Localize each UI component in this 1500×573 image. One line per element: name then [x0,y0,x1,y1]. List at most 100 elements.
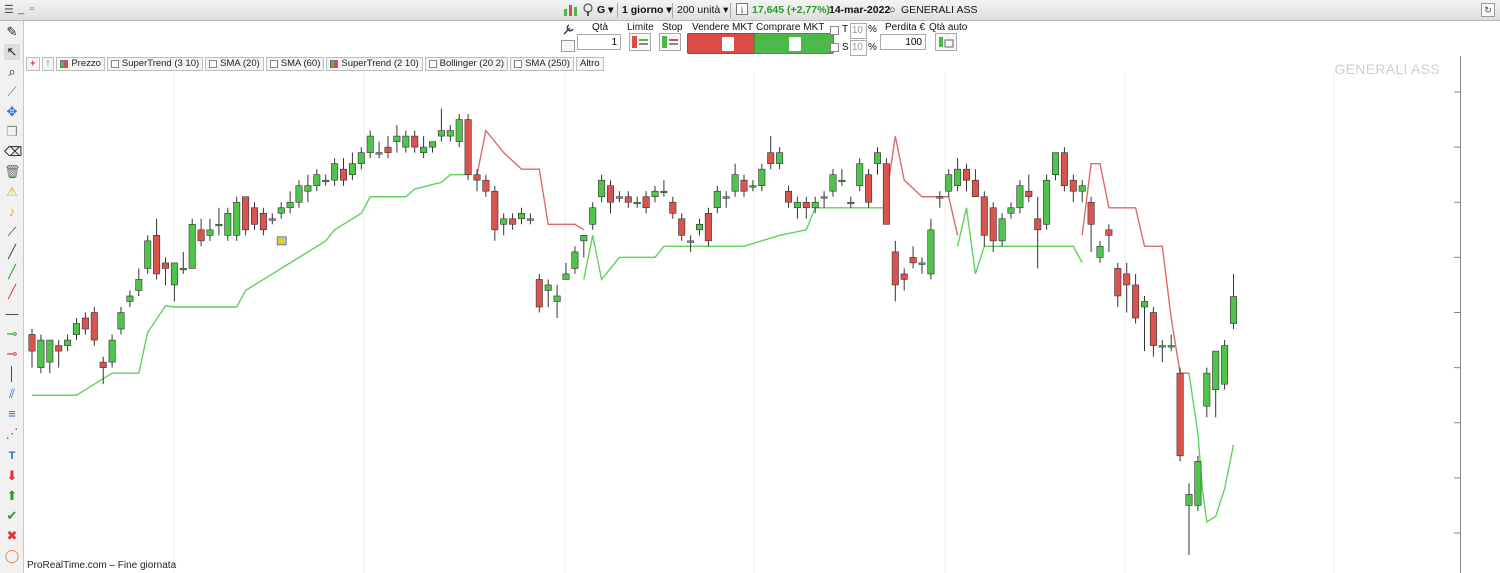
channel-icon[interactable]: ⫽ [4,386,20,402]
arrow-up-icon[interactable]: ⬆ [4,488,20,504]
candle-body [72,323,80,335]
loss-input[interactable] [880,34,926,50]
horizontal-line-icon[interactable]: — [4,306,20,322]
candle-body [535,279,543,308]
period-selector[interactable]: 1 giorno ▾ [622,3,672,18]
trash-icon[interactable]: 🗑 [4,164,21,180]
candle-body [900,273,908,280]
candle-body [722,196,730,199]
candle-body [624,196,632,203]
candle-body [1203,372,1211,407]
arrow-down-icon[interactable]: ⬇ [4,468,20,484]
buy-market-button[interactable] [754,33,834,54]
candle-body [954,168,962,187]
fibonacci-icon[interactable]: ≡ [4,406,20,422]
candle-body [268,218,276,221]
candle-body [936,196,944,199]
candle-body [162,262,170,269]
candle-body [491,190,499,231]
candle-body [802,201,810,209]
bell-icon[interactable]: ♪ [4,204,20,220]
red-line-icon[interactable]: ╱ [4,284,20,300]
candle-body [331,163,339,181]
line-icon[interactable]: ╱ [4,244,20,260]
cross-icon[interactable]: ✖ [4,528,20,544]
candle-body [455,119,463,142]
candle-body [1123,273,1131,286]
app-window: ☰ _ ▫ G ▾ 1 giorno ▾ 200 unità ▾ i 17,64… [0,0,1500,573]
checkmark-icon[interactable]: ✔ [4,508,20,524]
stop-loss-label: S [842,42,849,53]
candle-body [882,163,890,225]
candle-body [651,190,659,198]
green-line-icon[interactable]: ╱ [4,264,20,280]
window-menu-icon[interactable]: ☰ [4,3,14,16]
candle-body [482,179,490,192]
qty-input[interactable] [577,34,621,50]
chart-type-icon[interactable] [563,3,579,18]
stop-loss-checkbox[interactable] [830,43,839,52]
candle-body [1007,207,1015,214]
red-level-icon[interactable]: ⊸ [4,346,20,362]
move-icon[interactable]: ✥ [4,104,20,120]
candle-body [793,201,801,209]
chart-watermark: GENERALI ASS [1334,61,1440,77]
candle-body [117,312,125,330]
stop-loss-input[interactable]: 10 [850,40,867,56]
candle-body [108,339,116,363]
candle-body [1096,246,1104,258]
candle-body [517,212,525,220]
alert-icon[interactable]: ⚠ [4,184,20,200]
take-profit-checkbox[interactable] [830,26,839,35]
candle-body [375,152,383,155]
candle-body [277,207,285,214]
candle-body [339,168,347,181]
close-icon[interactable]: ↻ [1481,3,1495,17]
pointer-icon[interactable]: ↖ [4,44,20,60]
candle-body [313,174,321,187]
candle-body [1141,301,1149,308]
ticker-icon[interactable] [583,3,593,18]
ticker-selector[interactable]: G ▾ [597,3,613,18]
stop-order-icon[interactable] [659,33,681,51]
price-chart[interactable]: 19,51918,51817,51716,51615,517,64516,327 [24,56,1460,573]
title-bar: ☰ _ ▫ G ▾ 1 giorno ▾ 200 unità ▾ i 17,64… [0,0,1500,21]
candle-body [838,179,846,182]
candle-body [687,240,695,243]
vertical-line-icon[interactable]: │ [4,366,20,382]
candle-body [464,119,472,175]
restore-icon[interactable]: ▫ [30,3,34,15]
candle-body [233,201,241,236]
candle-body [758,168,766,187]
eraser-icon[interactable]: ⌫ [4,144,22,160]
keyboard-icon[interactable] [561,40,575,52]
segment-icon[interactable]: ⟋ [4,224,20,240]
candle-body [348,163,356,175]
candle-body [642,196,650,209]
minimize-icon[interactable]: _ [18,3,24,15]
units-selector[interactable]: 200 unità ▾ [677,3,728,18]
take-profit-input[interactable]: 10 [850,23,867,39]
supertrend-up-line [956,207,1083,275]
wrench-icon[interactable] [561,23,575,37]
pencil-icon[interactable]: ✎ [4,24,20,40]
qty-auto-icon[interactable] [935,33,957,51]
ruler-icon[interactable]: ⟋ [4,84,20,100]
copy-icon[interactable]: ❐ [4,124,20,140]
candle-body [865,174,873,203]
ellipse-icon[interactable]: ◯ [4,548,20,564]
candle-body [1167,345,1175,348]
candle-body [197,229,205,242]
candle-body [1060,152,1068,187]
green-level-icon[interactable]: ⊸ [4,326,20,342]
qty-auto-label: Qtà auto [929,22,968,33]
zoom-icon[interactable]: ⌕ [4,64,20,80]
candle-body [918,262,926,265]
candle-body [170,262,178,286]
supertrend-down-line [1081,162,1189,374]
text-tool-icon[interactable]: T [4,448,20,464]
limit-order-icon[interactable] [629,33,651,51]
info-icon[interactable]: i [736,3,748,18]
candle-body [473,174,481,181]
fan-icon[interactable]: ⋰ [4,426,20,442]
